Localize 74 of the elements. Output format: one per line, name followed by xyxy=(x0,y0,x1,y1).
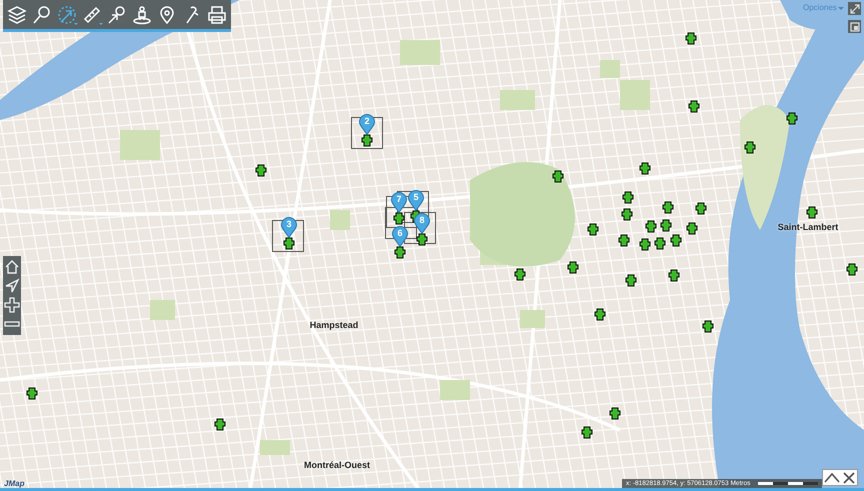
map-marker-icon[interactable] xyxy=(670,234,682,247)
place-label: Montréal-Ouest xyxy=(304,460,370,470)
park-area xyxy=(620,80,650,110)
map-marker-icon[interactable] xyxy=(668,269,680,282)
map-marker-icon[interactable] xyxy=(594,308,606,321)
park-area xyxy=(330,210,350,230)
numbered-pin[interactable]: 8 xyxy=(414,213,430,234)
map-marker-icon[interactable] xyxy=(806,206,818,219)
map-marker-icon[interactable] xyxy=(621,208,633,221)
layers-icon xyxy=(7,4,27,24)
map-marker-icon[interactable] xyxy=(581,426,593,439)
map-marker-icon[interactable] xyxy=(283,237,295,250)
map-marker-icon[interactable] xyxy=(639,162,651,175)
map-marker-icon[interactable] xyxy=(618,234,630,247)
map-marker-icon[interactable] xyxy=(26,387,38,400)
numbered-pin[interactable]: 6 xyxy=(392,226,408,247)
park-area xyxy=(600,60,620,78)
map-marker-icon[interactable] xyxy=(625,274,637,287)
navigation-arrow-icon[interactable] xyxy=(4,278,20,294)
map-marker-icon[interactable] xyxy=(846,263,858,276)
options-menu[interactable]: Opciones xyxy=(803,3,837,12)
map-marker-icon[interactable] xyxy=(660,219,672,232)
map-marker-icon[interactable] xyxy=(416,233,428,246)
park-area xyxy=(520,310,545,328)
map-marker-icon[interactable] xyxy=(514,268,526,281)
map-marker-icon[interactable] xyxy=(695,202,707,215)
expand-icon xyxy=(850,4,860,14)
map-marker-icon[interactable] xyxy=(654,237,666,250)
zoom-in-icon[interactable] xyxy=(4,297,20,313)
streetview-icon xyxy=(132,4,152,24)
map-marker-icon[interactable] xyxy=(394,246,406,259)
place-label: Hampstead xyxy=(310,320,358,330)
numbered-pin[interactable]: 3 xyxy=(281,217,297,238)
map-marker-icon[interactable] xyxy=(702,320,714,333)
park-area xyxy=(500,90,535,110)
park-area xyxy=(120,130,160,160)
search-icon xyxy=(32,4,52,24)
map-marker-icon[interactable] xyxy=(609,407,621,420)
select-icon xyxy=(57,4,77,24)
identify-icon xyxy=(107,4,127,24)
overview-button[interactable] xyxy=(848,20,861,33)
park-area xyxy=(440,380,470,400)
dropdown-caret-icon xyxy=(838,7,844,10)
map-marker-icon[interactable] xyxy=(688,100,700,113)
measure-icon xyxy=(82,4,102,24)
close-icon[interactable] xyxy=(842,470,856,484)
dropdown-caret-icon xyxy=(74,23,78,25)
fullscreen-button[interactable] xyxy=(848,2,861,15)
map-marker-icon[interactable] xyxy=(361,134,373,147)
window-icon xyxy=(850,22,860,32)
map-marker-icon[interactable] xyxy=(214,418,226,431)
map-marker-icon[interactable] xyxy=(645,220,657,233)
map-marker-icon[interactable] xyxy=(639,238,651,251)
map-marker-icon[interactable] xyxy=(622,191,634,204)
map-marker-icon[interactable] xyxy=(686,222,698,235)
numbered-pin[interactable]: 5 xyxy=(408,190,424,211)
park-area xyxy=(150,300,175,320)
numbered-pin[interactable]: 2 xyxy=(359,114,375,135)
caret-up-icon[interactable] xyxy=(824,470,840,484)
map-marker-icon[interactable] xyxy=(587,223,599,236)
home-icon[interactable] xyxy=(4,259,20,275)
map-marker-icon[interactable] xyxy=(393,212,405,225)
logo: JMap xyxy=(4,479,24,488)
print-icon xyxy=(207,4,227,24)
scale-bar-icon xyxy=(758,480,818,486)
map-marker-icon[interactable] xyxy=(685,32,697,45)
park-area xyxy=(400,40,440,65)
map-marker-icon[interactable] xyxy=(255,164,267,177)
place-label: Saint-Lambert xyxy=(778,222,838,232)
map-marker-icon[interactable] xyxy=(567,261,579,274)
dropdown-caret-icon xyxy=(99,23,103,25)
numbered-pin[interactable]: 7 xyxy=(391,192,407,213)
map-marker-icon[interactable] xyxy=(662,201,674,214)
park-area xyxy=(260,440,290,455)
